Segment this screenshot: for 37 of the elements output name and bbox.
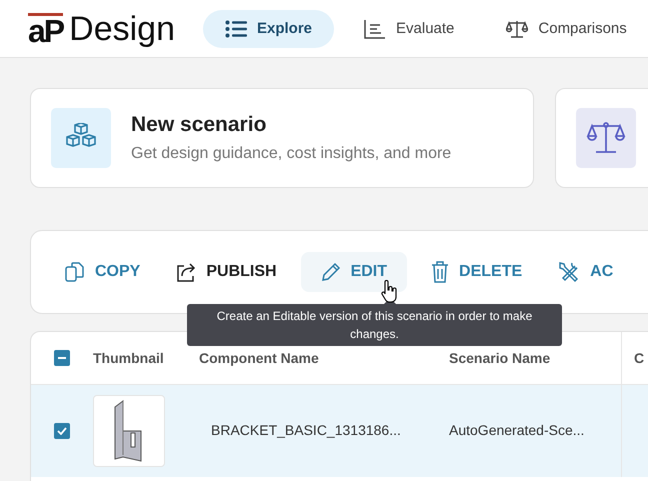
- column-header[interactable]: Scenario Name: [449, 350, 550, 366]
- column-header[interactable]: Thumbnail: [93, 350, 164, 366]
- bracket-drawing: [114, 400, 142, 462]
- action-button[interactable]: AC: [546, 252, 626, 292]
- action-button[interactable]: COPY: [53, 252, 152, 292]
- scale-icon: [576, 108, 636, 168]
- action-button[interactable]: EDIT: [300, 252, 408, 292]
- select-all-checkbox[interactable]: [54, 350, 70, 366]
- action-button[interactable]: DELETE: [419, 252, 534, 292]
- share-icon: [176, 262, 196, 282]
- column-header[interactable]: C: [634, 350, 644, 366]
- nav-tab[interactable]: Explore: [202, 10, 334, 48]
- pencil-icon: [320, 262, 341, 282]
- table-cell-text: BRACKET_BASIC_1313186...: [210, 422, 401, 438]
- tooltip: Create an Editable version of this scenario in order to make changes.: [187, 304, 562, 346]
- tools-icon: [558, 261, 580, 283]
- app-name: Design: [69, 12, 175, 46]
- checkmark-icon: [57, 427, 67, 435]
- minus-icon: [58, 357, 66, 359]
- scale-icon: [506, 18, 528, 38]
- row-checkbox[interactable]: [54, 423, 70, 439]
- trash-icon: [431, 261, 450, 283]
- list-icon: [224, 20, 247, 38]
- copy-icon: [65, 262, 85, 282]
- table-cell: AutoGenerated-Sce...: [449, 422, 584, 438]
- nav-tab[interactable]: Comparisons: [484, 10, 648, 48]
- table-row[interactable]: BRACKET_BASIC_1313186... AutoGenerated-Sce...: [31, 385, 648, 477]
- card-subtitle: Get design guidance, cost insights, and more: [131, 145, 452, 163]
- new-scenario-card[interactable]: New scenario Get design guidance, cost insights, and more: [30, 88, 534, 188]
- hand-cursor-icon: [380, 280, 398, 304]
- chart-icon: [364, 18, 386, 38]
- card-title: New scenario: [131, 113, 268, 137]
- column-header[interactable]: Component Name: [199, 350, 319, 366]
- logo-mark: aP: [28, 12, 64, 46]
- cubes-icon: [51, 108, 111, 168]
- nav-tab[interactable]: Evaluate: [342, 10, 476, 48]
- comparison-card[interactable]: [555, 88, 648, 188]
